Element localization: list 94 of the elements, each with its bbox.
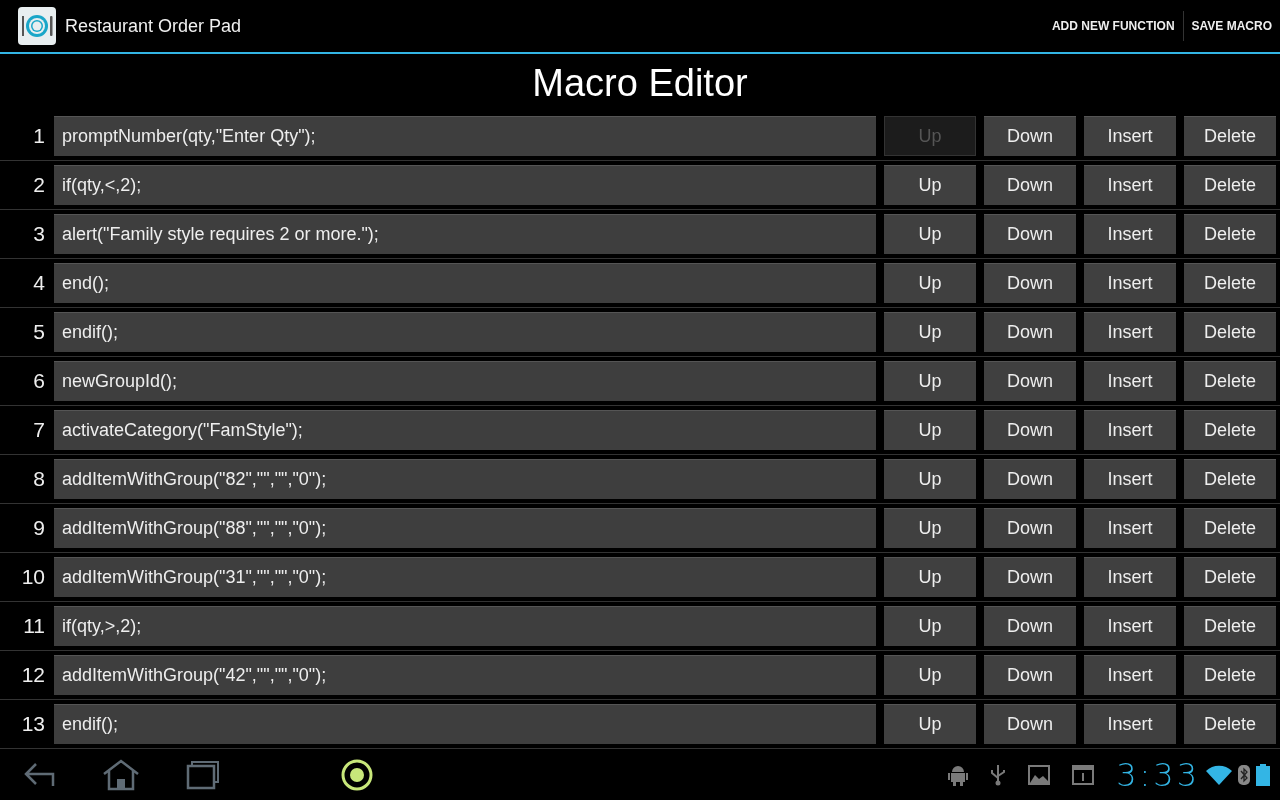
row-button[interactable]: Down [984,606,1076,646]
code-field[interactable]: newGroupId(); [54,361,876,401]
code-field[interactable]: addItemWithGroup("42","","","0"); [54,655,876,695]
code-field[interactable]: endif(); [54,312,876,352]
row-button[interactable]: Insert [1084,606,1176,646]
row-button[interactable]: Down [984,459,1076,499]
row-button[interactable]: Down [984,655,1076,695]
row-button[interactable]: Insert [1084,214,1176,254]
code-field[interactable]: addItemWithGroup("82","","","0"); [54,459,876,499]
line-number: 5 [32,319,46,346]
row-button[interactable]: Insert [1084,508,1176,548]
clock-time: 3:33 [1116,758,1200,791]
row-button[interactable]: Delete [1184,312,1276,352]
row-button[interactable]: Insert [1084,655,1176,695]
row-button[interactable]: Down [984,557,1076,597]
row-button[interactable]: Up [884,459,976,499]
row-button[interactable]: Delete [1184,508,1276,548]
wifi-icon [1206,764,1232,785]
row-button[interactable]: Delete [1184,410,1276,450]
row-button[interactable]: Delete [1184,459,1276,499]
row-button[interactable]: Insert [1084,116,1176,156]
row-button[interactable]: Up [884,263,976,303]
radio-dot-icon[interactable] [340,757,374,792]
back-icon[interactable] [24,761,56,788]
usb-icon [990,763,1007,786]
code-field[interactable]: promptNumber(qty,"Enter Qty"); [54,116,876,156]
line-number: 11 [22,613,46,640]
row-button[interactable]: Up [884,655,976,695]
row-button[interactable]: Down [984,508,1076,548]
row-button[interactable]: Up [884,361,976,401]
calendar-icon [1072,764,1095,785]
row-button[interactable]: Down [984,312,1076,352]
code-field[interactable]: activateCategory("FamStyle"); [54,410,876,450]
action-button[interactable]: ADD NEW FUNCTION [1043,0,1183,52]
row-button[interactable]: Up [884,165,976,205]
line-number: 3 [32,221,46,248]
line-number: 8 [32,466,46,493]
code-field[interactable]: endif(); [54,704,876,744]
row-button[interactable]: Up [884,214,976,254]
code-field[interactable]: addItemWithGroup("88","","","0"); [54,508,876,548]
row-button[interactable]: Up [884,704,976,744]
row-button[interactable]: Down [984,410,1076,450]
bluetooth-icon [1238,764,1250,785]
line-number: 4 [32,270,46,297]
row-button[interactable]: Delete [1184,263,1276,303]
line-number: 7 [32,417,46,444]
code-field[interactable]: alert("Family style requires 2 or more."); [54,214,876,254]
row-button[interactable]: Down [984,263,1076,303]
row-button[interactable]: Delete [1184,704,1276,744]
row-button[interactable]: Down [984,704,1076,744]
line-number: 12 [20,662,46,689]
image-icon [1028,764,1051,785]
row-button[interactable]: Insert [1084,459,1176,499]
android-icon [948,763,969,786]
code-field[interactable]: if(qty,<,2); [54,165,876,205]
line-number: 10 [20,564,46,591]
code-field[interactable]: if(qty,>,2); [54,606,876,646]
row-button[interactable]: Up [884,410,976,450]
row-button[interactable]: Up [884,606,976,646]
code-field[interactable]: end(); [54,263,876,303]
row-button[interactable]: Delete [1184,116,1276,156]
line-number: 13 [20,711,46,738]
row-button[interactable]: Insert [1084,165,1176,205]
row-button[interactable]: Delete [1184,165,1276,205]
home-icon[interactable] [102,758,140,791]
row-button[interactable]: Insert [1084,361,1176,401]
row-button[interactable]: Up [884,508,976,548]
page-heading: Macro Editor [532,60,748,106]
line-number: 9 [32,515,46,542]
row-button[interactable]: Down [984,116,1076,156]
row-button[interactable]: Up [884,557,976,597]
row-button[interactable]: Insert [1084,263,1176,303]
line-number: 2 [32,172,46,199]
line-number: 1 [32,123,46,150]
action-button[interactable]: SAVE MACRO [1183,0,1280,52]
row-button[interactable]: Delete [1184,655,1276,695]
recent-apps-icon[interactable] [186,759,220,790]
row-button[interactable]: Delete [1184,606,1276,646]
row-button[interactable]: Down [984,361,1076,401]
row-button[interactable]: Delete [1184,214,1276,254]
row-button[interactable]: Delete [1184,361,1276,401]
app-title: Restaurant Order Pad [65,14,242,38]
row-button[interactable]: Up [884,312,976,352]
line-number: 6 [32,368,46,395]
battery-icon [1256,763,1270,786]
row-button[interactable]: Insert [1084,312,1176,352]
row-button[interactable]: Down [984,165,1076,205]
row-button[interactable]: Insert [1084,704,1176,744]
row-button[interactable]: Insert [1084,410,1176,450]
row-button[interactable]: Delete [1184,557,1276,597]
code-field[interactable]: addItemWithGroup("31","","","0"); [54,557,876,597]
row-button[interactable]: Down [984,214,1076,254]
plate-icon [18,7,56,45]
row-button[interactable]: Insert [1084,557,1176,597]
